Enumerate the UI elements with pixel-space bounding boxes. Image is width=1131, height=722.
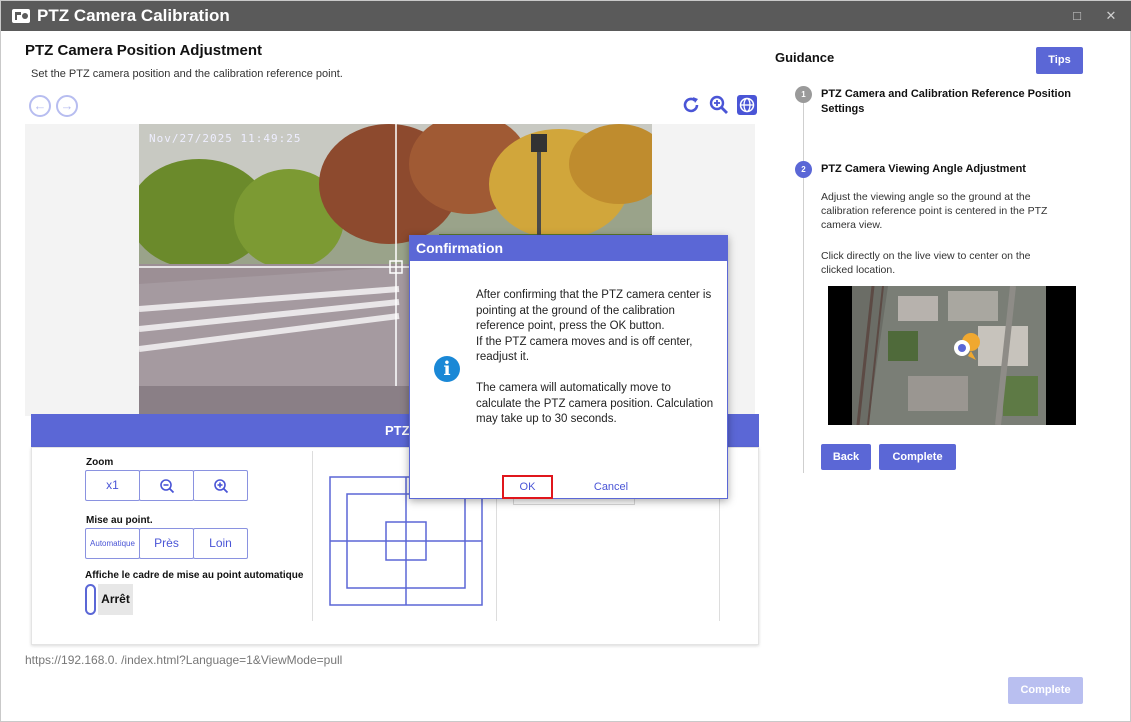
step-title-2: PTZ Camera Viewing Angle Adjustment	[821, 163, 1026, 175]
globe-icon[interactable]	[736, 94, 758, 116]
step-number-1: 1	[795, 86, 812, 103]
close-button[interactable]: ✕	[1103, 8, 1119, 24]
focus-far-button[interactable]: Loin	[193, 528, 248, 559]
camera-timestamp: Nov/27/2025 11:49:25	[149, 132, 302, 145]
toggle-state: Arrêt	[98, 584, 133, 615]
confirmation-dialog: Confirmation i After confirming that the…	[409, 235, 728, 499]
maximize-button[interactable]: □	[1069, 8, 1085, 24]
af-frame-toggle[interactable]: Arrêt	[85, 584, 133, 615]
status-url: https://192.168.0. /index.html?Language=…	[25, 653, 343, 667]
title-bar: PTZ Camera Calibration □ ✕	[1, 1, 1131, 31]
zoom-out-icon	[159, 479, 174, 494]
divider	[312, 451, 313, 621]
app-window: PTZ Camera Calibration □ ✕ PTZ Camera Po…	[0, 0, 1131, 722]
step-title-1: PTZ Camera and Calibration Reference Pos…	[821, 88, 1072, 115]
page-title: PTZ Camera Position Adjustment	[25, 42, 262, 59]
zoom-in-button[interactable]	[193, 470, 248, 501]
cancel-button[interactable]: Cancel	[590, 477, 632, 497]
dialog-message: After confirming that the PTZ camera cen…	[476, 289, 714, 425]
dialog-header: Confirmation	[410, 236, 727, 261]
focus-label: Mise au point.	[86, 515, 153, 526]
step-line	[803, 97, 804, 473]
af-frame-label: Affiche le cadre de mise au point automa…	[85, 570, 304, 581]
refresh-icon[interactable]	[680, 94, 702, 116]
zoom-search-icon[interactable]	[708, 94, 730, 116]
step-number-2: 2	[795, 161, 812, 178]
zoom-out-button[interactable]	[139, 470, 194, 501]
tips-button[interactable]: Tips	[1036, 47, 1083, 74]
step-complete-button[interactable]: Complete	[879, 444, 956, 470]
zoom-x1-button[interactable]: x1	[85, 470, 140, 501]
step-hint: Click directly on the live view to cente…	[821, 250, 1031, 276]
ok-button[interactable]: OK	[502, 475, 553, 499]
map-image	[828, 286, 1076, 425]
zoom-label: Zoom	[86, 457, 114, 468]
arrow-left-icon[interactable]: ←	[29, 95, 51, 117]
control-panel-title: PTZ	[385, 423, 410, 438]
app-logo-icon	[12, 9, 30, 23]
back-button[interactable]: Back	[821, 444, 871, 470]
aerial-map	[828, 286, 1076, 425]
focus-auto-button[interactable]: Automatique	[85, 528, 140, 559]
step-description: Adjust the viewing angle so the ground a…	[821, 191, 1048, 231]
window-title: PTZ Camera Calibration	[37, 6, 230, 25]
dialog-title: Confirmation	[416, 240, 504, 256]
arrow-right-icon[interactable]: →	[56, 95, 78, 117]
complete-button[interactable]: Complete	[1008, 677, 1083, 704]
guidance-title: Guidance	[775, 50, 835, 65]
focus-near-button[interactable]: Près	[139, 528, 194, 559]
page-subtitle: Set the PTZ camera position and the cali…	[31, 68, 343, 80]
info-icon: i	[434, 356, 460, 382]
zoom-in-icon	[213, 479, 228, 494]
toggle-knob	[85, 584, 96, 615]
